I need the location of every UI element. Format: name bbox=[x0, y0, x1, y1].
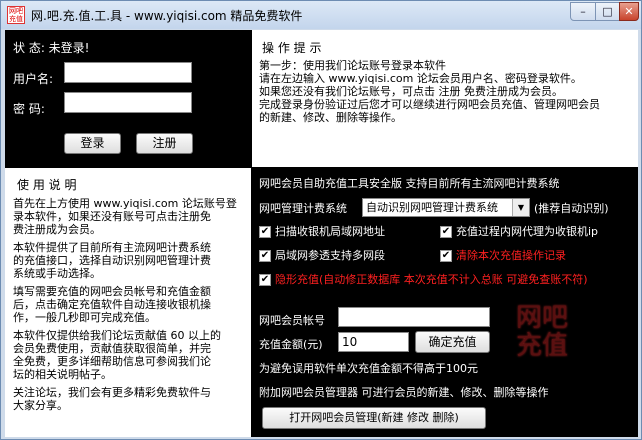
proxy-ip-label: 充值过程内网代理为收银机ip bbox=[456, 225, 599, 238]
multi-segment-label: 局域网参透支持多网段 bbox=[275, 249, 385, 262]
scan-lan-label: 扫描收银机局域网地址 bbox=[275, 225, 385, 238]
login-button[interactable]: 登录 bbox=[64, 133, 121, 154]
open-member-manager-button[interactable]: 打开网吧会员管理(新建 修改 删除) bbox=[262, 407, 486, 429]
billing-system-selected: 自动识别网吧管理计费系统 bbox=[366, 201, 498, 214]
close-button[interactable]: ✕ bbox=[619, 2, 639, 21]
usage-panel: 使 用 说 明 首先在上方使用 www.yiqisi.com 论坛账号登 录本软… bbox=[5, 168, 251, 437]
clear-records-checkbox[interactable]: ✔ bbox=[440, 250, 452, 262]
billing-system-select[interactable]: 自动识别网吧管理计费系统 ▼ bbox=[362, 198, 530, 217]
billing-system-hint: (推荐自动识别) bbox=[534, 202, 609, 215]
username-input[interactable] bbox=[64, 62, 192, 83]
username-label: 用户名: bbox=[13, 72, 54, 86]
tips-line: 请在左边输入 www.yiqisi.com 论坛会员用户名、密码登录软件。 bbox=[259, 72, 582, 85]
tips-panel: 操 作 提 示 第一步：使用我们论坛账号登录本软件 请在左边输入 www.yiq… bbox=[252, 30, 638, 167]
clear-records-label: 清除本次充值操作记录 bbox=[456, 249, 566, 262]
billing-system-label: 网吧管理计费系统 bbox=[259, 202, 347, 215]
tips-heading: 操 作 提 示 bbox=[262, 41, 322, 55]
usage-paragraph: 首先在上方使用 www.yiqisi.com 论坛账号登 录本软件，如果还没有账… bbox=[13, 197, 237, 236]
login-status: 状 态: 未登录! bbox=[13, 41, 90, 55]
tips-line: 完成登录身份验证过后您才可以继续进行网吧会员充值、管理网吧会员 bbox=[259, 98, 600, 111]
maximize-button[interactable]: □ bbox=[595, 2, 620, 21]
recharge-tool-panel: 网吧会员自助充值工具安全版 支持目前所有主流网吧计费系统 网吧管理计费系统 自动… bbox=[252, 168, 638, 437]
member-account-input[interactable] bbox=[338, 307, 490, 327]
register-button[interactable]: 注册 bbox=[136, 133, 193, 154]
password-label: 密 码: bbox=[13, 102, 45, 116]
password-input[interactable] bbox=[64, 92, 192, 113]
title-bar[interactable]: 网吧充值 网.吧.充.值.工.具 - www.yiqisi.com 精品免费软件… bbox=[1, 1, 641, 29]
proxy-ip-checkbox[interactable]: ✔ bbox=[440, 226, 452, 238]
recharge-amount-input[interactable]: 10 bbox=[338, 332, 409, 352]
tips-line: 如果您还没有我们论坛账号，可点击 注册 免费注册成为会员。 bbox=[259, 85, 563, 98]
recharge-logo: 网吧 充值 bbox=[515, 303, 568, 361]
client-area: 状 态: 未登录! 用户名: 密 码: 登录 注册 操 作 提 示 第一步：使用… bbox=[5, 30, 638, 437]
account-label: 网吧会员帐号 bbox=[259, 314, 325, 327]
amount-label: 充值金额(元) bbox=[259, 338, 323, 351]
app-window: 网吧充值 网.吧.充.值.工.具 - www.yiqisi.com 精品免费软件… bbox=[0, 0, 642, 440]
app-logo-icon: 网吧充值 bbox=[7, 6, 25, 24]
tips-line: 第一步：使用我们论坛账号登录本软件 bbox=[259, 59, 446, 72]
confirm-recharge-button[interactable]: 确定充值 bbox=[415, 331, 490, 353]
scan-lan-checkbox[interactable]: ✔ bbox=[259, 226, 271, 238]
window-title: 网.吧.充.值.工.具 - www.yiqisi.com 精品免费软件 bbox=[31, 9, 303, 23]
multi-segment-checkbox[interactable]: ✔ bbox=[259, 250, 271, 262]
tips-line: 的新建、修改、删除等操作。 bbox=[259, 111, 402, 124]
login-panel: 状 态: 未登录! 用户名: 密 码: 登录 注册 bbox=[5, 30, 251, 167]
usage-heading: 使 用 说 明 bbox=[17, 178, 77, 192]
minimize-button[interactable]: – bbox=[570, 2, 596, 21]
stealth-recharge-label: 隐形充值(自动修正数据库 本次充值不计入总账 可避免查账不符) bbox=[275, 273, 588, 286]
manager-description: 附加网吧会员管理器 可进行会员的新建、修改、删除等操作 bbox=[259, 386, 549, 399]
usage-paragraph: 本软件提供了目前所有主流网吧计费系统 的充值接口，选择自动识别网吧管理计费 系统… bbox=[13, 241, 211, 280]
usage-paragraph: 本软件仅提供给我们论坛贡献值 60 以上的 会员免费使用，贡献值获取很简单，并完… bbox=[13, 329, 221, 381]
usage-paragraph: 关注论坛，我们会有更多精彩免费软件与 大家分享。 bbox=[13, 386, 211, 412]
usage-paragraph: 填写需要充值的网吧会员帐号和充值金额 后，点击确定充值软件自动连接收银机操 作，… bbox=[13, 285, 211, 324]
stealth-recharge-checkbox[interactable]: ✔ bbox=[259, 274, 271, 286]
chevron-down-icon[interactable]: ▼ bbox=[512, 199, 529, 216]
tool-header: 网吧会员自助充值工具安全版 支持目前所有主流网吧计费系统 bbox=[259, 177, 560, 190]
amount-limit-warning: 为避免误用软件单次充值金额不得高于100元 bbox=[259, 362, 478, 375]
